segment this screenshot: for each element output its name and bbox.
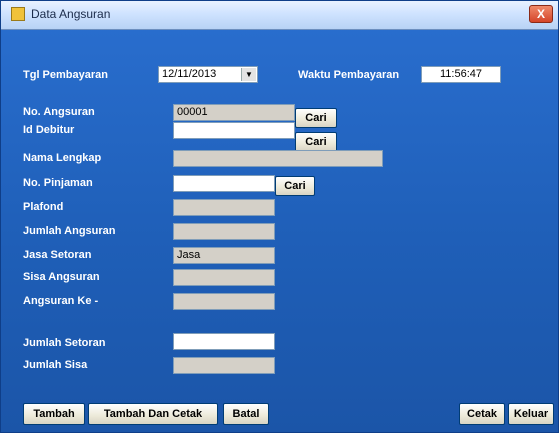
tgl-pembayaran-value: 12/11/2013: [162, 68, 217, 80]
batal-button[interactable]: Batal: [223, 403, 269, 425]
tambah-button[interactable]: Tambah: [23, 403, 85, 425]
jumlah-setoran-field[interactable]: [173, 333, 275, 350]
no-angsuran-field[interactable]: 00001: [173, 104, 295, 121]
sisa-angsuran-label: Sisa Angsuran: [23, 271, 100, 283]
close-button[interactable]: X: [529, 5, 553, 23]
sisa-angsuran-field[interactable]: [173, 269, 275, 286]
app-icon: [11, 7, 25, 21]
no-angsuran-label: No. Angsuran: [23, 106, 95, 118]
nama-lengkap-label: Nama Lengkap: [23, 152, 102, 164]
title-bar: Data Angsuran X: [1, 1, 558, 30]
cari-no-pinjaman-button[interactable]: Cari: [275, 176, 315, 196]
no-pinjaman-field[interactable]: [173, 175, 275, 192]
jumlah-sisa-field[interactable]: [173, 357, 275, 374]
jasa-setoran-label: Jasa Setoran: [23, 249, 92, 261]
chevron-down-icon[interactable]: ▼: [241, 68, 256, 81]
plafond-label: Plafond: [23, 201, 64, 213]
jumlah-angsuran-field[interactable]: [173, 223, 275, 240]
angsuran-ke-field[interactable]: [173, 293, 275, 310]
cari-id-debitur-button[interactable]: Cari: [295, 132, 337, 152]
tambah-dan-cetak-button[interactable]: Tambah Dan Cetak: [88, 403, 218, 425]
id-debitur-label: Id Debitur: [23, 124, 75, 136]
cetak-button[interactable]: Cetak: [459, 403, 505, 425]
no-pinjaman-label: No. Pinjaman: [23, 177, 93, 189]
nama-lengkap-field[interactable]: [173, 150, 383, 167]
jumlah-sisa-label: Jumlah Sisa: [23, 359, 88, 371]
jumlah-angsuran-label: Jumlah Angsuran: [23, 225, 116, 237]
data-angsuran-window: Data Angsuran X Tgl Pembayaran 12/11/201…: [0, 0, 559, 433]
id-debitur-field[interactable]: [173, 122, 295, 139]
jasa-setoran-field[interactable]: Jasa: [173, 247, 275, 264]
cari-no-angsuran-button[interactable]: Cari: [295, 108, 337, 128]
tgl-pembayaran-datepicker[interactable]: 12/11/2013 ▼: [158, 66, 258, 83]
angsuran-ke-label: Angsuran Ke -: [23, 295, 99, 307]
jumlah-setoran-label: Jumlah Setoran: [23, 337, 106, 349]
keluar-button[interactable]: Keluar: [508, 403, 554, 425]
waktu-pembayaran-field[interactable]: 11:56:47: [421, 66, 501, 83]
window-title: Data Angsuran: [31, 7, 111, 21]
tgl-pembayaran-label: Tgl Pembayaran: [23, 69, 108, 81]
waktu-pembayaran-label: Waktu Pembayaran: [298, 69, 400, 81]
plafond-field[interactable]: [173, 199, 275, 216]
